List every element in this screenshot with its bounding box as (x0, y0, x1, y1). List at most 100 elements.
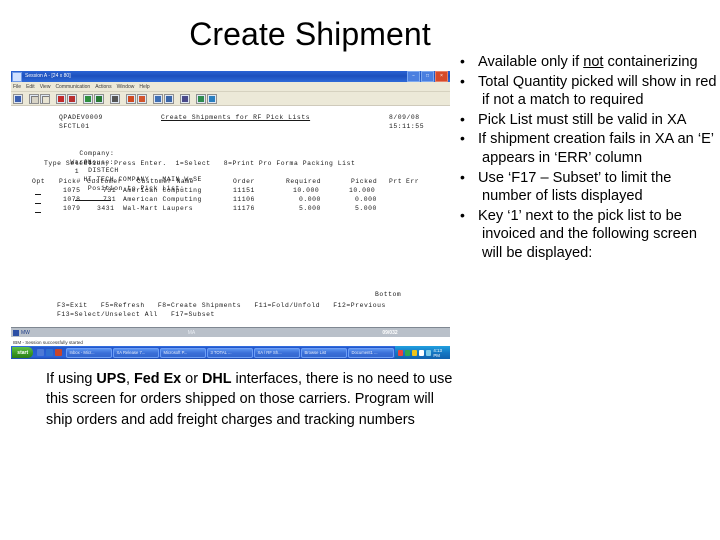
menu-bar[interactable]: File Edit View Communication Actions Win… (11, 82, 450, 92)
transfer-icon[interactable] (153, 93, 163, 104)
terminal-screen[interactable]: QPADEV0009 Create Shipments for RF Pick … (11, 106, 450, 321)
page-title: Create Shipment (189, 16, 431, 52)
index-icon[interactable] (180, 93, 190, 104)
cursor-position: 09/032 (382, 329, 398, 336)
bullet-text: Use ‘F17 – Subset’ to limit the number o… (478, 169, 672, 205)
table-header-picked: Picked (351, 178, 378, 185)
taskbar-item[interactable]: Inbox - Micr... (66, 347, 113, 358)
media-player-icon[interactable] (55, 349, 63, 356)
function-keys-line-2[interactable]: F13=Select/Unselect All F17=Subset (57, 311, 215, 319)
cell-pick: 1079 (63, 205, 81, 212)
cell-order: 11176 (233, 205, 255, 212)
color-icon[interactable] (196, 93, 206, 104)
menu-item-view[interactable]: View (40, 84, 51, 90)
window-controls[interactable]: – □ × (407, 71, 448, 82)
terminal-time: 15:11:55 (389, 123, 425, 130)
menu-item-file[interactable]: File (13, 84, 21, 90)
status-left-text: MW (21, 329, 30, 336)
opt-input[interactable] (35, 189, 41, 196)
taskbar-item[interactable]: Document1 ... (348, 347, 395, 358)
bullet-text: Pick List must still be valid in XA (478, 111, 687, 128)
show-desktop-icon[interactable] (37, 349, 45, 356)
tray-icon-2[interactable] (405, 349, 411, 356)
internet-explorer-icon[interactable] (46, 349, 54, 356)
caption-bold-fedex: Fed Ex (134, 371, 182, 387)
macro-record-icon[interactable] (126, 93, 136, 104)
print-icon[interactable] (94, 93, 104, 104)
display-icon[interactable] (83, 93, 93, 104)
close-button[interactable]: × (435, 71, 448, 82)
keyboard-icon[interactable] (110, 93, 120, 104)
taskbar-item[interactable]: 3 TOTAL ... (207, 347, 254, 358)
window-titlebar: Session A - [24 x 80] – □ × (11, 71, 450, 82)
bullet-text-after: containerizing (603, 54, 698, 70)
status-indicator-left: MW (11, 329, 53, 336)
cell-pick: 1075 (63, 187, 81, 194)
os-message-text: IBM - Session successfully started (13, 339, 83, 345)
send-receive-icon[interactable] (56, 93, 66, 104)
caption-bold-ups: UPS (96, 371, 126, 387)
taskbar-item[interactable]: Microsoft P... (160, 347, 207, 358)
cell-picked: 10.000 (349, 187, 376, 194)
help-pointer-icon[interactable] (207, 93, 217, 104)
taskbar-clock[interactable]: 4:13 PM (433, 348, 447, 358)
table-row[interactable] (35, 207, 41, 215)
window-app-icon (12, 71, 22, 82)
cell-order: 11151 (233, 187, 255, 194)
receive-file-icon[interactable] (67, 93, 77, 104)
opt-input[interactable] (35, 207, 41, 214)
taskbar-item[interactable]: XA Release 7... (113, 347, 160, 358)
minimize-button[interactable]: – (407, 71, 420, 82)
caption-bold-dhl: DHL (201, 371, 232, 387)
cell-customer-name: American Computing (123, 187, 202, 194)
tray-icon-5[interactable] (426, 349, 432, 356)
table-row[interactable] (35, 198, 41, 206)
taskbar-item[interactable]: XA / RF Sh... (254, 347, 301, 358)
tray-icon-1[interactable] (398, 349, 404, 356)
cell-customer: 731 (103, 196, 117, 203)
cell-customer-name: American Computing (123, 196, 202, 203)
cell-required: 5.000 (299, 205, 321, 212)
bullet-text: If shipment creation fails in XA an ‘E’ … (478, 131, 714, 166)
cell-customer-name: Wal-Mart Laupers (123, 205, 194, 212)
table-header-err: Err (406, 178, 420, 185)
bullet-list: Available only if not containerizing Tot… (456, 52, 718, 263)
menu-item-communication[interactable]: Communication (55, 84, 90, 90)
menu-item-edit[interactable]: Edit (26, 84, 35, 90)
table-row[interactable] (35, 189, 41, 197)
copy-icon[interactable] (29, 93, 39, 104)
caption-part-3: or (181, 371, 202, 387)
macro-play-icon[interactable] (137, 93, 147, 104)
taskbar-item[interactable]: Browse List (301, 347, 348, 358)
window-title: Session A - [24 x 80] (25, 73, 71, 79)
list-item: Pick List must still be valid in XA (478, 110, 718, 130)
caption-part-2: , (126, 371, 134, 387)
transfer-setup-icon[interactable] (164, 93, 174, 104)
list-item: Total Quantity picked will show in red i… (478, 72, 718, 110)
warehouse-number: 1 (74, 167, 80, 175)
maximize-button[interactable]: □ (421, 71, 434, 82)
start-button[interactable]: start (12, 347, 34, 358)
tray-icon-3[interactable] (412, 349, 418, 356)
quick-launch-bar[interactable] (34, 349, 65, 356)
table-header-opt: Opt (32, 178, 46, 185)
menu-item-window[interactable]: Window (117, 84, 135, 90)
cell-picked: 0.000 (355, 196, 377, 203)
bullet-text-underlined: not (583, 54, 604, 70)
new-session-icon[interactable] (13, 93, 23, 104)
terminal-screenshot: Session A - [24 x 80] – □ × File Edit Vi… (11, 71, 450, 359)
opt-input[interactable] (35, 198, 41, 205)
function-keys-line-1[interactable]: F3=Exit F5=Refresh F8=Create Shipments F… (57, 302, 386, 310)
list-item: If shipment creation fails in XA an ‘E’ … (478, 129, 718, 167)
menu-item-help[interactable]: Help (139, 84, 149, 90)
system-tray[interactable]: 4:13 PM (395, 346, 450, 359)
menu-item-actions[interactable]: Actions (95, 84, 111, 90)
cell-customer: 731 (103, 187, 117, 194)
paste-icon[interactable] (40, 93, 50, 104)
terminal-screen-title: Create Shipments for RF Pick Lists (161, 114, 311, 121)
toolbar[interactable] (11, 92, 450, 106)
windows-taskbar[interactable]: start Inbox - Micr... XA Release 7... Mi… (11, 346, 450, 359)
list-item: Available only if not containerizing (478, 52, 718, 72)
status-block-icon (13, 329, 19, 336)
tray-icon-4[interactable] (419, 349, 425, 356)
